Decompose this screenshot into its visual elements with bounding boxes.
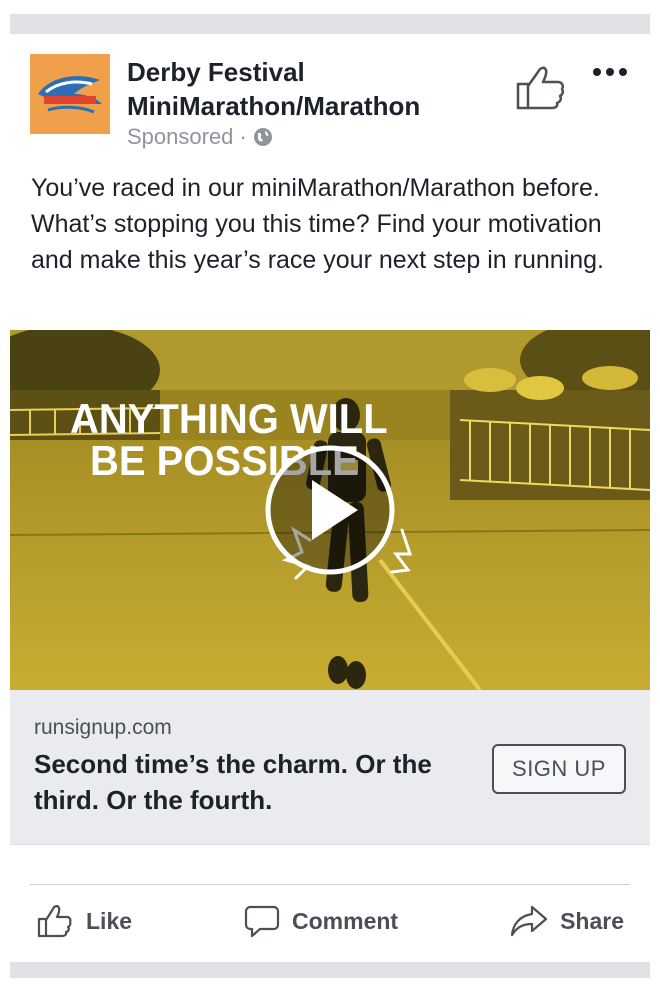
video-thumbnail: ANYTHING WILL BE POSSIBLE [10, 330, 650, 690]
sign-up-button[interactable]: SIGN UP [492, 744, 626, 794]
more-options-icon[interactable] [592, 60, 628, 80]
page-name[interactable]: Derby Festival MiniMarathon/Marathon [127, 55, 487, 123]
derby-logo-icon [30, 54, 110, 134]
comment-icon [244, 905, 280, 938]
share-icon [510, 905, 548, 937]
link-headline[interactable]: Second time’s the charm. Or the third. O… [34, 746, 474, 818]
link-domain: runsignup.com [34, 716, 172, 739]
page-avatar[interactable] [30, 54, 110, 134]
sponsored-label: Sponsored · [127, 124, 273, 150]
play-icon[interactable] [265, 445, 395, 575]
like-label: Like [86, 907, 133, 934]
thumbs-up-icon[interactable] [514, 62, 568, 112]
share-button[interactable]: Share [504, 904, 630, 938]
like-icon [37, 905, 72, 938]
post-text: You’ve raced in our miniMarathon/Maratho… [31, 174, 604, 274]
sponsored-text: Sponsored · [127, 124, 247, 149]
like-button[interactable]: Like [30, 903, 138, 939]
globe-icon [253, 128, 272, 146]
actions-divider [30, 884, 630, 885]
comment-button[interactable]: Comment [238, 904, 404, 938]
link-preview[interactable]: runsignup.com Second time’s the charm. O… [10, 690, 650, 845]
comment-label: Comment [292, 907, 399, 934]
video-player[interactable]: ANYTHING WILL BE POSSIBLE [10, 330, 650, 690]
feed-separator-bottom [10, 962, 650, 978]
share-label: Share [560, 907, 624, 934]
video-overlay-line1: ANYTHING WILL [70, 395, 388, 442]
feed-separator-top [10, 14, 650, 34]
post-actions: Like Comment Share [30, 892, 630, 950]
